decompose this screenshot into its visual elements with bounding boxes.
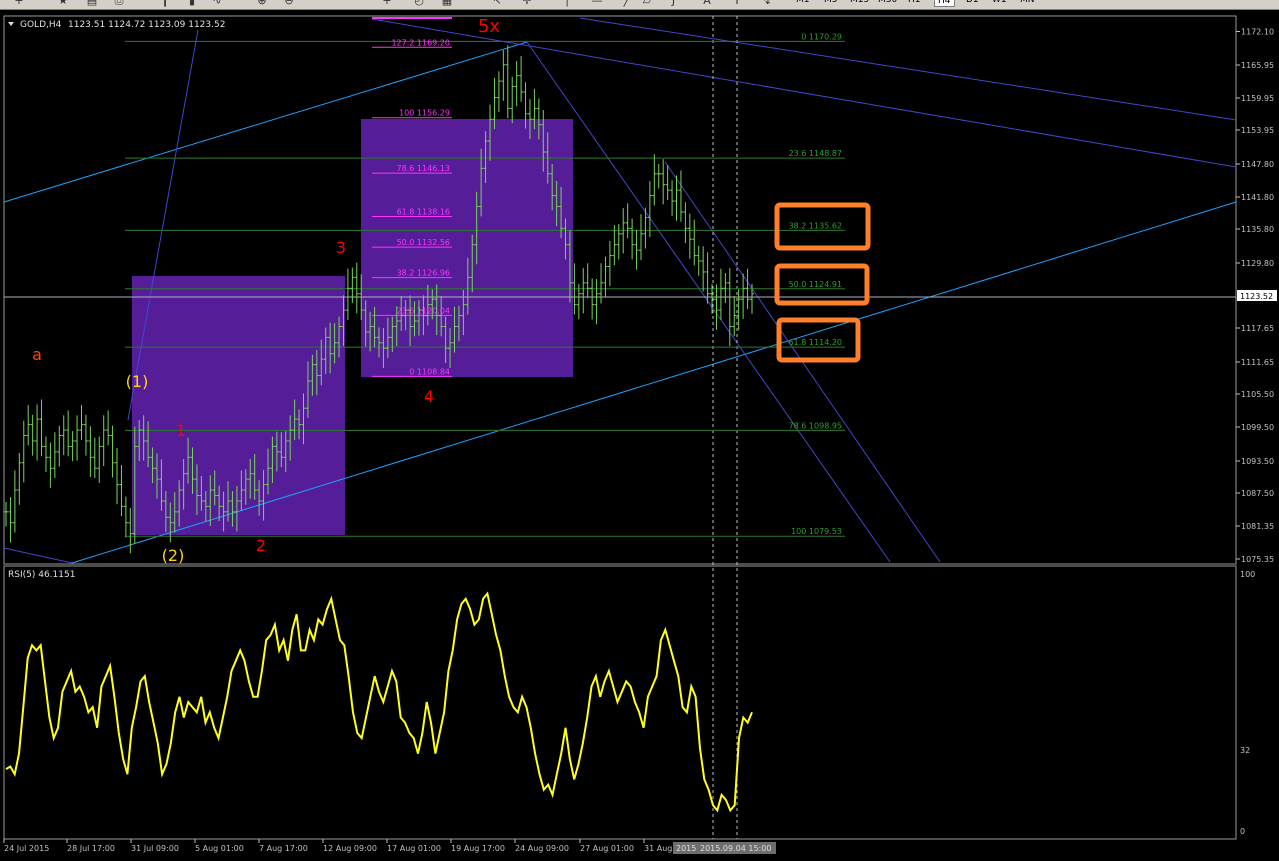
inner-fib-level-label: 78.6 1146.13 <box>397 164 450 173</box>
rsi-axis-label-0: 0 <box>1240 827 1245 836</box>
rsi-axis-label-32: 32 <box>1240 746 1250 755</box>
price-axis-label: 1111.65 <box>1241 358 1274 367</box>
inner-fib-level-label: 61.8 1138.16 <box>397 208 450 217</box>
rsi-axis-label-100: 100 <box>1240 570 1255 579</box>
time-axis-label: 28 Jul 17:00 <box>67 844 115 853</box>
price-axis-label: 1153.95 <box>1241 126 1274 135</box>
price-axis-label: 1135.80 <box>1241 225 1274 234</box>
price-axis-label: 1105.50 <box>1241 390 1274 399</box>
time-axis-label: 12 Aug 09:00 <box>323 844 377 853</box>
price-axis-label: 1117.65 <box>1241 324 1274 333</box>
wave-label-5x: 5x <box>478 16 500 37</box>
time-axis-label: 17 Aug 01:00 <box>387 844 441 853</box>
wave-label-2: 2 <box>256 536 266 555</box>
ohlc-label: 1123.51 1124.72 1123.09 1123.52 <box>68 20 225 30</box>
fib-level-label: 23.6 1148.87 <box>789 149 842 158</box>
price-axis-label: 1172.10 <box>1241 28 1274 37</box>
wave-label-1-paren: (1) <box>126 372 149 391</box>
price-axis-label: 1129.80 <box>1241 259 1274 268</box>
price-axis-label: 1081.35 <box>1241 522 1274 531</box>
time-axis-label: 5 Aug 01:00 <box>195 844 244 853</box>
time-axis-label: 31 Jul 09:00 <box>131 844 179 853</box>
price-axis-label: 1099.50 <box>1241 423 1274 432</box>
price-axis-label: 1087.50 <box>1241 489 1274 498</box>
price-axis-label: 1147.80 <box>1241 160 1274 169</box>
price-axis-label: 1141.80 <box>1241 193 1274 202</box>
time-axis-label: 27 Aug 01:00 <box>580 844 634 853</box>
time-axis-label: 24 Jul 2015 <box>4 844 49 853</box>
price-axis-label: 1159.95 <box>1241 94 1274 103</box>
collapse-arrow-icon[interactable] <box>8 22 14 26</box>
time-axis-label: 31 Aug <box>644 844 672 853</box>
fib-level-label: 100 1079.53 <box>791 527 842 536</box>
time-axis-label: 24 Aug 09:00 <box>515 844 569 853</box>
price-axis-label: 1165.95 <box>1241 61 1274 70</box>
rsi-series-line <box>5 591 753 813</box>
time-cursor-label-year: 2015 <box>676 844 696 853</box>
inner-fib-level-label: 127.2 1169.20 <box>391 38 450 47</box>
fib-retracement-zone-1 <box>132 276 345 535</box>
time-axis-label: 19 Aug 17:00 <box>451 844 505 853</box>
inner-fib-level-label: 0 1108.84 <box>409 367 450 376</box>
price-axis-label: 1075.35 <box>1241 555 1274 564</box>
fib-level-label: 38.2 1135.62 <box>789 221 842 230</box>
fib-level-label: 0 1170.29 <box>801 32 842 41</box>
price-axis-label: 1093.50 <box>1241 457 1274 466</box>
wave-label-4: 4 <box>424 387 434 406</box>
mt4-chart-window: + ★ ▤ ⎙ ⊕ ⊖ ┃ ▮ ∿ + ◴ ▦ ↖ ✛ │ — ╱ ▱ Ƒ A T ↯ M1 M5 M15 M30 H1 H4 D1 W… <box>0 0 1279 861</box>
descending-line-2 <box>579 17 1237 121</box>
symbol-label: GOLD,H4 <box>20 20 62 30</box>
wave-label-a: a <box>32 345 42 364</box>
short-base-line <box>3 547 73 564</box>
chart-canvas[interactable]: 0 1170.29 23.6 1148.87 38.2 1135.62 50.0 11… <box>0 0 1279 861</box>
inner-fib-level-label: 50.0 1132.56 <box>397 238 450 247</box>
fib-level-label: 61.8 1114.20 <box>789 338 842 347</box>
wave-label-1: 1 <box>176 421 186 440</box>
time-cursor-label-date: 2015.09.04 15:00 <box>700 844 771 853</box>
wave-label-2-paren: (2) <box>162 546 185 565</box>
rsi-indicator-label: RSI(5) 46.1151 <box>8 570 75 580</box>
time-axis-label: 7 Aug 17:00 <box>259 844 308 853</box>
inner-fib-level-label: 38.2 1126.96 <box>397 269 450 278</box>
inner-fib-level-label: 100 1156.29 <box>399 109 450 118</box>
fib-level-label: 50.0 1124.91 <box>789 280 842 289</box>
wave-label-3: 3 <box>336 238 346 257</box>
current-price-label: 1123.52 <box>1240 292 1273 301</box>
fib-level-label: 78.6 1098.95 <box>789 421 842 430</box>
